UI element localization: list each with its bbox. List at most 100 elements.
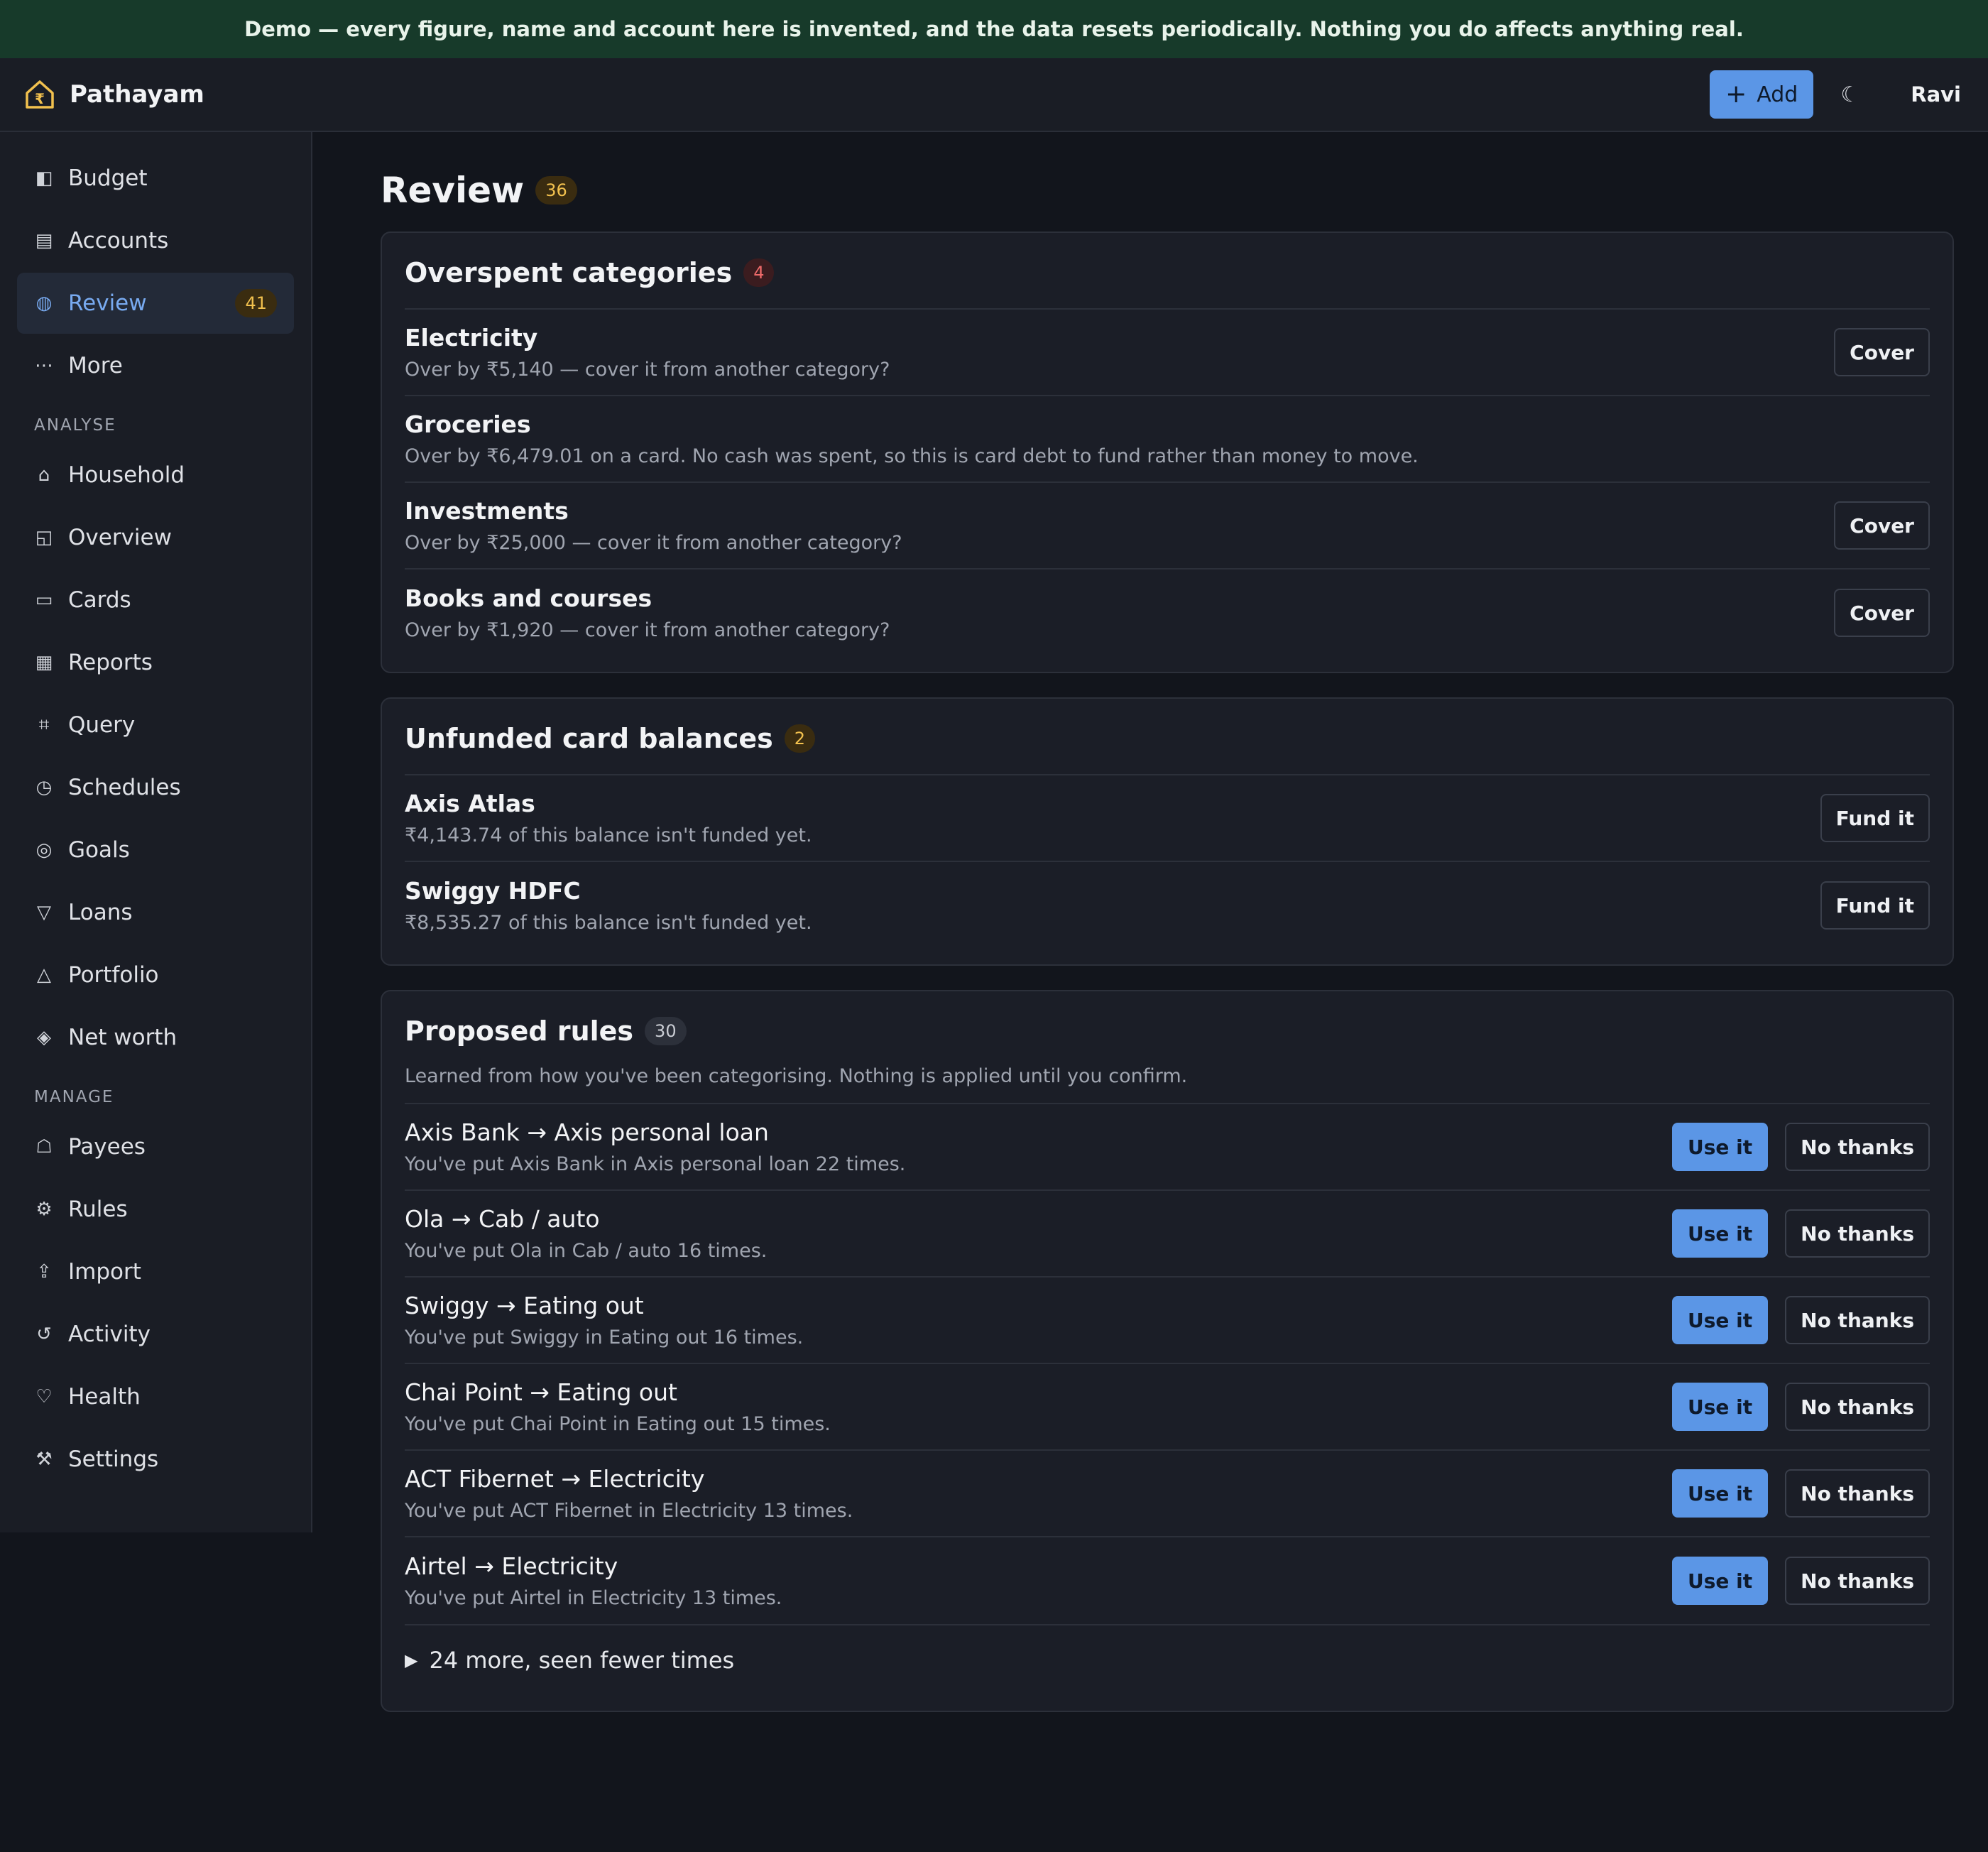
unfunded-row-name: Axis Atlas	[405, 790, 535, 817]
sidebar-item-accounts[interactable]: ▤ Accounts	[17, 210, 294, 271]
rule-actions: Use it No thanks	[1672, 1209, 1930, 1258]
accounts-icon: ▤	[35, 230, 53, 251]
sidebar-item-goals[interactable]: ◎ Goals	[17, 819, 294, 881]
sidebar-item-household[interactable]: ⌂ Household	[17, 445, 294, 506]
payees-icon: ☖	[36, 1136, 53, 1158]
no-thanks-button[interactable]: No thanks	[1785, 1123, 1930, 1171]
rule-desc: You've put Axis Bank in Axis personal lo…	[405, 1153, 906, 1175]
brand[interactable]: ₹ Pathayam	[23, 77, 204, 111]
overspent-row-desc: Over by ₹5,140 — cover it from another c…	[405, 359, 890, 381]
sidebar-item-more[interactable]: ⋯ More	[17, 335, 294, 396]
no-thanks-button[interactable]: No thanks	[1785, 1469, 1930, 1518]
sidebar-item-payees[interactable]: ☖ Payees	[17, 1116, 294, 1177]
sidebar-item-query[interactable]: ⌗ Query	[17, 694, 294, 756]
use-it-button[interactable]: Use it	[1672, 1383, 1769, 1431]
no-thanks-button[interactable]: No thanks	[1785, 1209, 1930, 1258]
rule-actions: Use it No thanks	[1672, 1383, 1930, 1431]
unfunded-list: Axis Atlas ₹4,143.74 of this balance isn'…	[405, 774, 1930, 949]
rupee-house-icon: ₹	[26, 80, 54, 109]
rule-row-text: Airtel → Electricity You've put Airtel in…	[405, 1552, 1672, 1609]
plus-icon: +	[1725, 80, 1747, 109]
sidebar-item-badge: 41	[235, 289, 277, 317]
cover-button[interactable]: Cover	[1834, 328, 1930, 376]
more-rules-toggle[interactable]: ▶ 24 more, seen fewer times	[405, 1624, 1930, 1695]
sidebar-item-label: Reports	[68, 650, 153, 675]
overspent-row-desc: Over by ₹6,479.01 on a card. No cash was…	[405, 445, 1419, 467]
sidebar-item-schedules[interactable]: ◷ Schedules	[17, 757, 294, 818]
rule-row: Axis Bank → Axis personal loan You've put…	[405, 1104, 1930, 1191]
sidebar-item-activity[interactable]: ↺ Activity	[17, 1304, 294, 1365]
rules-icon: ⚙	[36, 1199, 53, 1220]
overspent-row: Books and courses Over by ₹1,920 — cover …	[405, 570, 1930, 656]
sidebar-item-portfolio[interactable]: △ Portfolio	[17, 944, 294, 1006]
rule-row: Swiggy → Eating out You've put Swiggy in …	[405, 1278, 1930, 1364]
sidebar-item-cards[interactable]: ▭ Cards	[17, 570, 294, 631]
sidebar-item-label: Cards	[68, 587, 131, 613]
cover-button[interactable]: Cover	[1834, 501, 1930, 550]
use-it-button[interactable]: Use it	[1672, 1296, 1769, 1344]
rule-mapping: Airtel → Electricity	[405, 1552, 618, 1580]
rule-row-text: Axis Bank → Axis personal loan You've put…	[405, 1118, 1672, 1175]
sidebar-item-label: Budget	[68, 165, 148, 191]
sidebar-item-label: Net worth	[68, 1025, 178, 1050]
settings-icon: ⚒	[36, 1449, 53, 1470]
rule-desc: You've put Chai Point in Eating out 15 t…	[405, 1413, 831, 1435]
use-it-button[interactable]: Use it	[1672, 1123, 1769, 1171]
demo-banner: Demo — every figure, name and account he…	[0, 0, 1988, 58]
use-it-button[interactable]: Use it	[1672, 1209, 1769, 1258]
sidebar-item-label: Review	[68, 290, 147, 316]
overspent-title: Overspent categories	[405, 257, 733, 288]
user-menu[interactable]: Ravi	[1911, 82, 1961, 107]
schedules-icon: ◷	[36, 777, 53, 798]
moon-icon[interactable]: ☾	[1840, 82, 1859, 107]
sidebar-item-rules[interactable]: ⚙ Rules	[17, 1179, 294, 1240]
cover-button[interactable]: Cover	[1834, 589, 1930, 637]
sidebar-item-label: Payees	[68, 1134, 146, 1160]
unfunded-title: Unfunded card balances	[405, 723, 773, 754]
add-button-label: Add	[1757, 82, 1798, 107]
sidebar-item-label: Import	[68, 1259, 141, 1285]
sidebar-item-review[interactable]: ◍ Review 41	[17, 273, 294, 334]
overview-icon: ◱	[35, 527, 53, 548]
overspent-row-desc: Over by ₹25,000 — cover it from another …	[405, 532, 902, 554]
sidebar-item-overview[interactable]: ◱ Overview	[17, 507, 294, 568]
fund-it-button[interactable]: Fund it	[1820, 794, 1930, 842]
rule-desc: You've put Ola in Cab / auto 16 times.	[405, 1240, 768, 1262]
brand-name: Pathayam	[70, 80, 204, 109]
rule-actions: Use it No thanks	[1672, 1296, 1930, 1344]
no-thanks-button[interactable]: No thanks	[1785, 1557, 1930, 1605]
no-thanks-button[interactable]: No thanks	[1785, 1383, 1930, 1431]
overspent-row-name: Books and courses	[405, 584, 652, 612]
sidebar-item-budget[interactable]: ◧ Budget	[17, 148, 294, 209]
add-button[interactable]: + Add	[1710, 70, 1814, 119]
demo-banner-text: Demo — every figure, name and account he…	[244, 17, 1744, 41]
import-icon: ⇪	[36, 1261, 52, 1282]
sidebar-item-label: Settings	[68, 1447, 159, 1472]
overspent-row-name: Investments	[405, 497, 569, 525]
use-it-button[interactable]: Use it	[1672, 1469, 1769, 1518]
loans-icon: ▽	[37, 902, 51, 923]
sidebar-item-label: Portfolio	[68, 962, 159, 988]
rule-row-text: Ola → Cab / auto You've put Ola in Cab / …	[405, 1205, 1672, 1262]
sidebar-item-health[interactable]: ♡ Health	[17, 1366, 294, 1427]
cards-icon: ▭	[35, 589, 53, 611]
unfunded-row: Swiggy HDFC ₹8,535.27 of this balance isn…	[405, 862, 1930, 949]
rule-mapping: ACT Fibernet → Electricity	[405, 1465, 705, 1493]
activity-icon: ↺	[36, 1324, 52, 1345]
sidebar-item-loans[interactable]: ▽ Loans	[17, 882, 294, 943]
sidebar-item-import[interactable]: ⇪ Import	[17, 1241, 294, 1302]
rule-row: Chai Point → Eating out You've put Chai P…	[405, 1364, 1930, 1451]
sidebar-item-reports[interactable]: ▦ Reports	[17, 632, 294, 693]
sidebar-item-net-worth[interactable]: ◈ Net worth	[17, 1007, 294, 1068]
goals-icon: ◎	[36, 839, 53, 861]
overspent-card: Overspent categories 4 Electricity Over b…	[381, 232, 1954, 673]
no-thanks-button[interactable]: No thanks	[1785, 1296, 1930, 1344]
rule-desc: You've put Airtel in Electricity 13 time…	[405, 1587, 782, 1609]
use-it-button[interactable]: Use it	[1672, 1557, 1769, 1605]
sidebar-item-label: Rules	[68, 1197, 128, 1222]
main-content: Review 36 Overspent categories 4 Electri…	[312, 132, 1988, 1712]
fund-it-button[interactable]: Fund it	[1820, 881, 1930, 930]
page-header: Review 36	[381, 163, 1954, 217]
sidebar-item-settings[interactable]: ⚒ Settings	[17, 1429, 294, 1490]
rule-mapping: Ola → Cab / auto	[405, 1205, 600, 1233]
